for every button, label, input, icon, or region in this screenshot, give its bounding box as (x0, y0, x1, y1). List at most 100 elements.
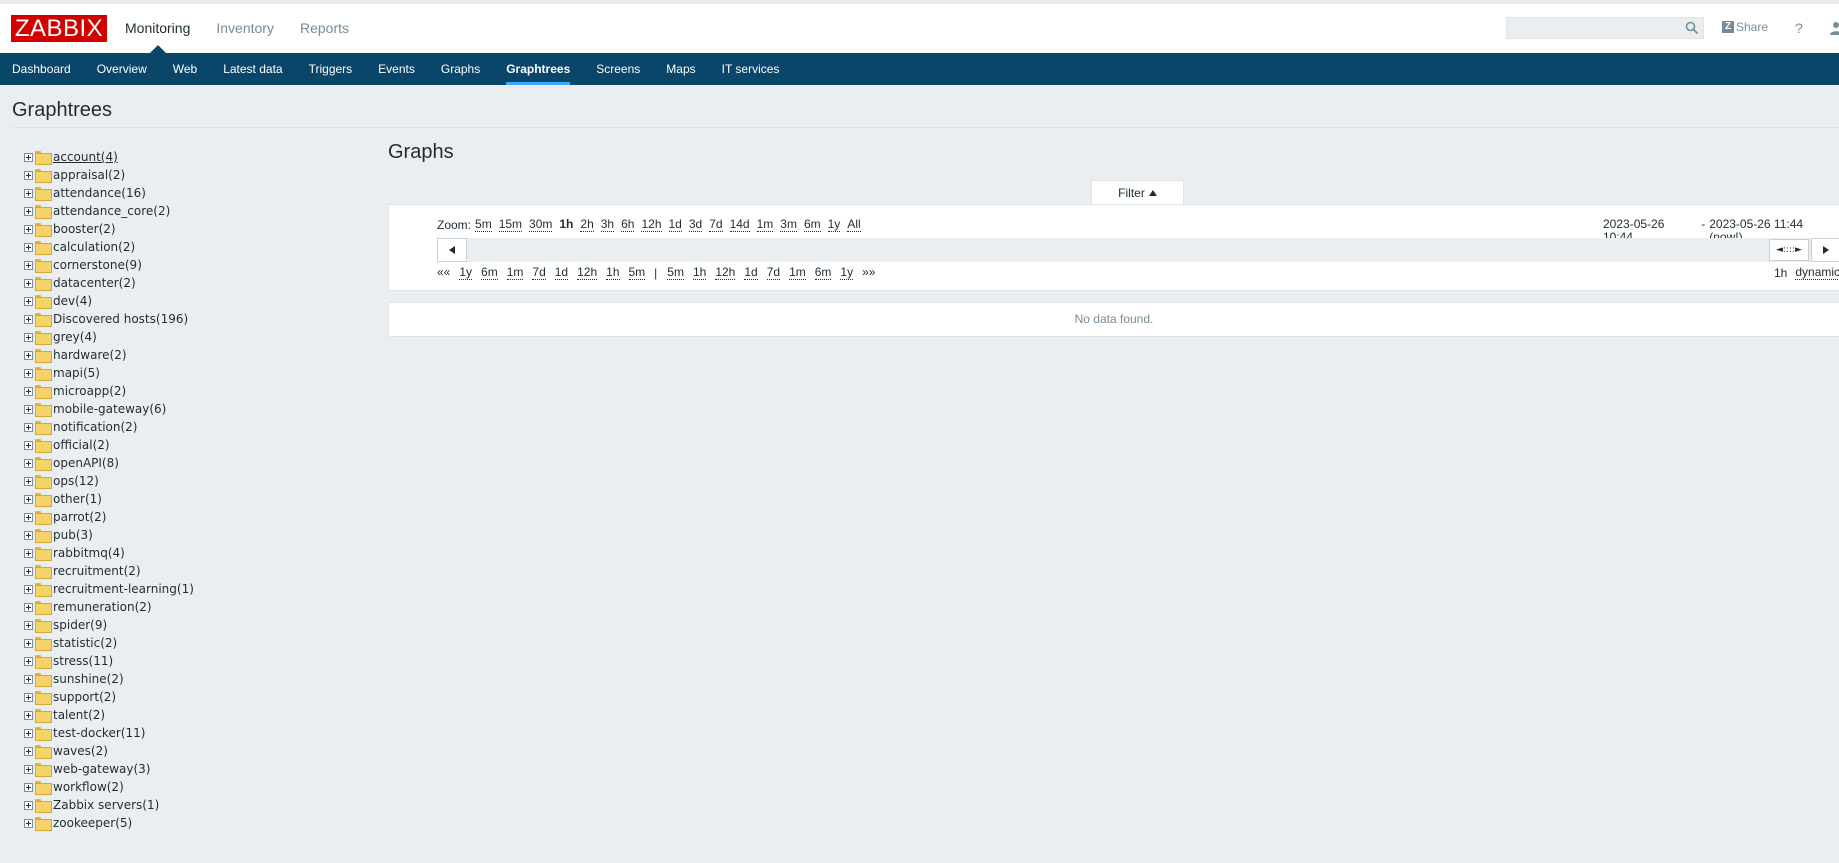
nav-forward-12h[interactable]: 12h (715, 266, 736, 280)
expand-plus-icon[interactable] (24, 296, 33, 306)
tree-node[interactable]: stress(11) (24, 652, 194, 670)
tree-node-label[interactable]: web-gateway(3) (53, 762, 150, 776)
expand-plus-icon[interactable] (24, 224, 33, 234)
expand-plus-icon[interactable] (24, 404, 33, 414)
tree-node-label[interactable]: talent(2) (53, 708, 105, 722)
search-input[interactable] (1506, 17, 1704, 39)
tree-node-label[interactable]: hardware(2) (53, 348, 127, 362)
scroll-left-button[interactable] (437, 238, 467, 262)
tree-node[interactable]: grey(4) (24, 328, 194, 346)
zoom-option-1y[interactable]: 1y (827, 218, 841, 232)
tree-node-label[interactable]: datacenter(2) (53, 276, 136, 290)
expand-plus-icon[interactable] (24, 674, 33, 684)
nav-back-1m[interactable]: 1m (506, 266, 524, 280)
tree-node[interactable]: other(1) (24, 490, 194, 508)
nav-forward-1m[interactable]: 1m (789, 266, 806, 280)
tree-node-label[interactable]: remuneration(2) (53, 600, 152, 614)
tree-node-label[interactable]: notification(2) (53, 420, 137, 434)
tree-node-label[interactable]: zookeeper(5) (53, 816, 132, 830)
scroll-right-button[interactable] (1811, 238, 1839, 262)
tree-node-label[interactable]: mobile-gateway(6) (53, 402, 166, 416)
expand-plus-icon[interactable] (24, 800, 33, 810)
zoom-option-1h[interactable]: 1h (559, 218, 573, 232)
expand-plus-icon[interactable] (24, 188, 33, 198)
tree-node-label[interactable]: mapi(5) (53, 366, 100, 380)
tree-node-label[interactable]: pub(3) (53, 528, 93, 542)
expand-plus-icon[interactable] (24, 206, 33, 216)
expand-plus-icon[interactable] (24, 512, 33, 522)
tree-node[interactable]: calculation(2) (24, 238, 194, 256)
expand-plus-icon[interactable] (24, 350, 33, 360)
submenu-triggers[interactable]: Triggers (296, 53, 366, 85)
expand-plus-icon[interactable] (24, 764, 33, 774)
expand-plus-icon[interactable] (24, 260, 33, 270)
expand-plus-icon[interactable] (24, 710, 33, 720)
zoom-option-5m[interactable]: 5m (475, 218, 492, 232)
expand-plus-icon[interactable] (24, 548, 33, 558)
tree-node-label[interactable]: other(1) (53, 492, 102, 506)
scroll-handle[interactable]: ◄::::► (1769, 239, 1809, 261)
tree-node-label[interactable]: openAPI(8) (53, 456, 119, 470)
nav-forward-7d[interactable]: 7d (766, 266, 781, 280)
zoom-option-30m[interactable]: 30m (529, 218, 553, 232)
period-mode-toggle[interactable]: dynamic (1795, 266, 1839, 280)
tree-node[interactable]: support(2) (24, 688, 194, 706)
tree-node[interactable]: sunshine(2) (24, 670, 194, 688)
tree-node-label[interactable]: test-docker(11) (53, 726, 145, 740)
tree-node[interactable]: Zabbix servers(1) (24, 796, 194, 814)
tree-node-label[interactable]: rabbitmq(4) (53, 546, 125, 560)
tree-node[interactable]: statistic(2) (24, 634, 194, 652)
tree-node-label[interactable]: workflow(2) (53, 780, 124, 794)
expand-plus-icon[interactable] (24, 746, 33, 756)
tree-node[interactable]: Discovered hosts(196) (24, 310, 194, 328)
main-menu-reports[interactable]: Reports (287, 4, 362, 53)
main-menu-inventory[interactable]: Inventory (203, 4, 287, 53)
tree-node[interactable]: mobile-gateway(6) (24, 400, 194, 418)
tree-node[interactable]: official(2) (24, 436, 194, 454)
expand-plus-icon[interactable] (24, 818, 33, 828)
submenu-graphtrees[interactable]: Graphtrees (493, 53, 583, 85)
expand-plus-icon[interactable] (24, 440, 33, 450)
nav-back-arrow[interactable]: «« (437, 266, 450, 280)
nav-back-5m[interactable]: 5m (628, 266, 646, 280)
tree-node-label[interactable]: ops(12) (53, 474, 99, 488)
tree-node-label[interactable]: sunshine(2) (53, 672, 124, 686)
tree-node-label[interactable]: support(2) (53, 690, 116, 704)
expand-plus-icon[interactable] (24, 278, 33, 288)
expand-plus-icon[interactable] (24, 494, 33, 504)
nav-forward-arrow[interactable]: »» (862, 266, 875, 280)
tree-node-label[interactable]: stress(11) (53, 654, 113, 668)
expand-plus-icon[interactable] (24, 638, 33, 648)
zoom-option-1d[interactable]: 1d (668, 218, 682, 232)
submenu-web[interactable]: Web (160, 53, 210, 85)
time-scrollbar[interactable]: ◄::::► (437, 238, 1839, 262)
zabbix-logo[interactable]: ZABBIX (11, 15, 107, 42)
zoom-option-14d[interactable]: 14d (729, 218, 750, 232)
tree-node-label[interactable]: calculation(2) (53, 240, 135, 254)
tree-node-label[interactable]: Discovered hosts(196) (53, 312, 188, 326)
tree-node-label[interactable]: grey(4) (53, 330, 97, 344)
nav-back-6m[interactable]: 6m (481, 266, 498, 280)
search-icon[interactable] (1685, 21, 1699, 35)
submenu-it-services[interactable]: IT services (709, 53, 793, 85)
expand-plus-icon[interactable] (24, 170, 33, 180)
tree-node[interactable]: zookeeper(5) (24, 814, 194, 832)
zoom-option-1m[interactable]: 1m (756, 218, 774, 232)
submenu-latest-data[interactable]: Latest data (210, 53, 295, 85)
submenu-dashboard[interactable]: Dashboard (0, 53, 84, 85)
expand-plus-icon[interactable] (24, 458, 33, 468)
tree-node[interactable]: test-docker(11) (24, 724, 194, 742)
tree-node-label[interactable]: cornerstone(9) (53, 258, 142, 272)
tree-node-label[interactable]: official(2) (53, 438, 110, 452)
expand-plus-icon[interactable] (24, 530, 33, 540)
tree-node-label[interactable]: waves(2) (53, 744, 108, 758)
share-button[interactable]: Z Share (1722, 20, 1768, 34)
tree-node-label[interactable]: recruitment(2) (53, 564, 141, 578)
tree-node-label[interactable]: account(4) (53, 150, 118, 164)
expand-plus-icon[interactable] (24, 692, 33, 702)
nav-forward-5m[interactable]: 5m (667, 266, 684, 280)
tree-node[interactable]: booster(2) (24, 220, 194, 238)
tree-node[interactable]: appraisal(2) (24, 166, 194, 184)
zoom-option-6m[interactable]: 6m (803, 218, 821, 232)
submenu-events[interactable]: Events (365, 53, 428, 85)
